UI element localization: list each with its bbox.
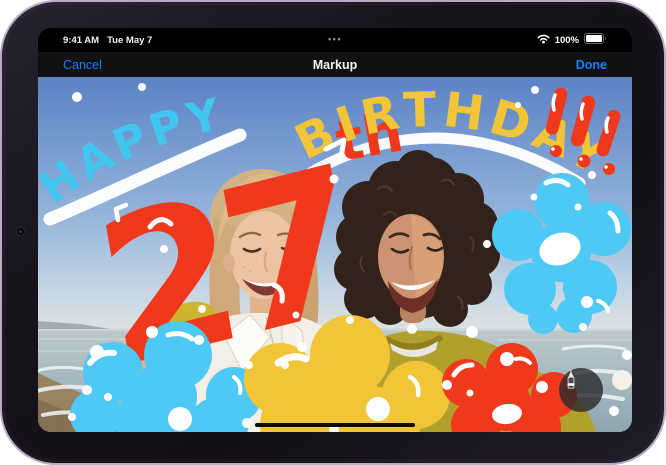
battery-percent: 100% <box>555 35 579 46</box>
wifi-icon <box>537 34 550 47</box>
screen: 9:41 AM Tue May 7 ••• 100% <box>38 28 632 432</box>
cancel-button[interactable]: Cancel <box>63 58 102 72</box>
home-indicator[interactable] <box>255 423 415 427</box>
screenshot-stage: 9:41 AM Tue May 7 ••• 100% <box>0 0 666 465</box>
markup-toolbar: Cancel Markup Done <box>38 52 632 77</box>
clock: 9:41 AM <box>63 35 99 46</box>
date: Tue May 7 <box>107 35 152 46</box>
markup-canvas[interactable]: HAPPY 27 th BIRTHDAY <box>38 77 632 432</box>
front-camera <box>16 227 25 236</box>
battery-full-icon <box>584 33 607 47</box>
page-title: Markup <box>313 58 357 72</box>
done-button[interactable]: Done <box>576 58 607 72</box>
multitask-indicator[interactable]: ••• <box>328 35 342 44</box>
photo-with-drawings: HAPPY 27 th BIRTHDAY <box>38 77 632 432</box>
ipad-device-frame: 9:41 AM Tue May 7 ••• 100% <box>0 0 666 465</box>
status-bar: 9:41 AM Tue May 7 ••• 100% <box>38 28 632 52</box>
pen-tool-button[interactable] <box>559 368 603 412</box>
